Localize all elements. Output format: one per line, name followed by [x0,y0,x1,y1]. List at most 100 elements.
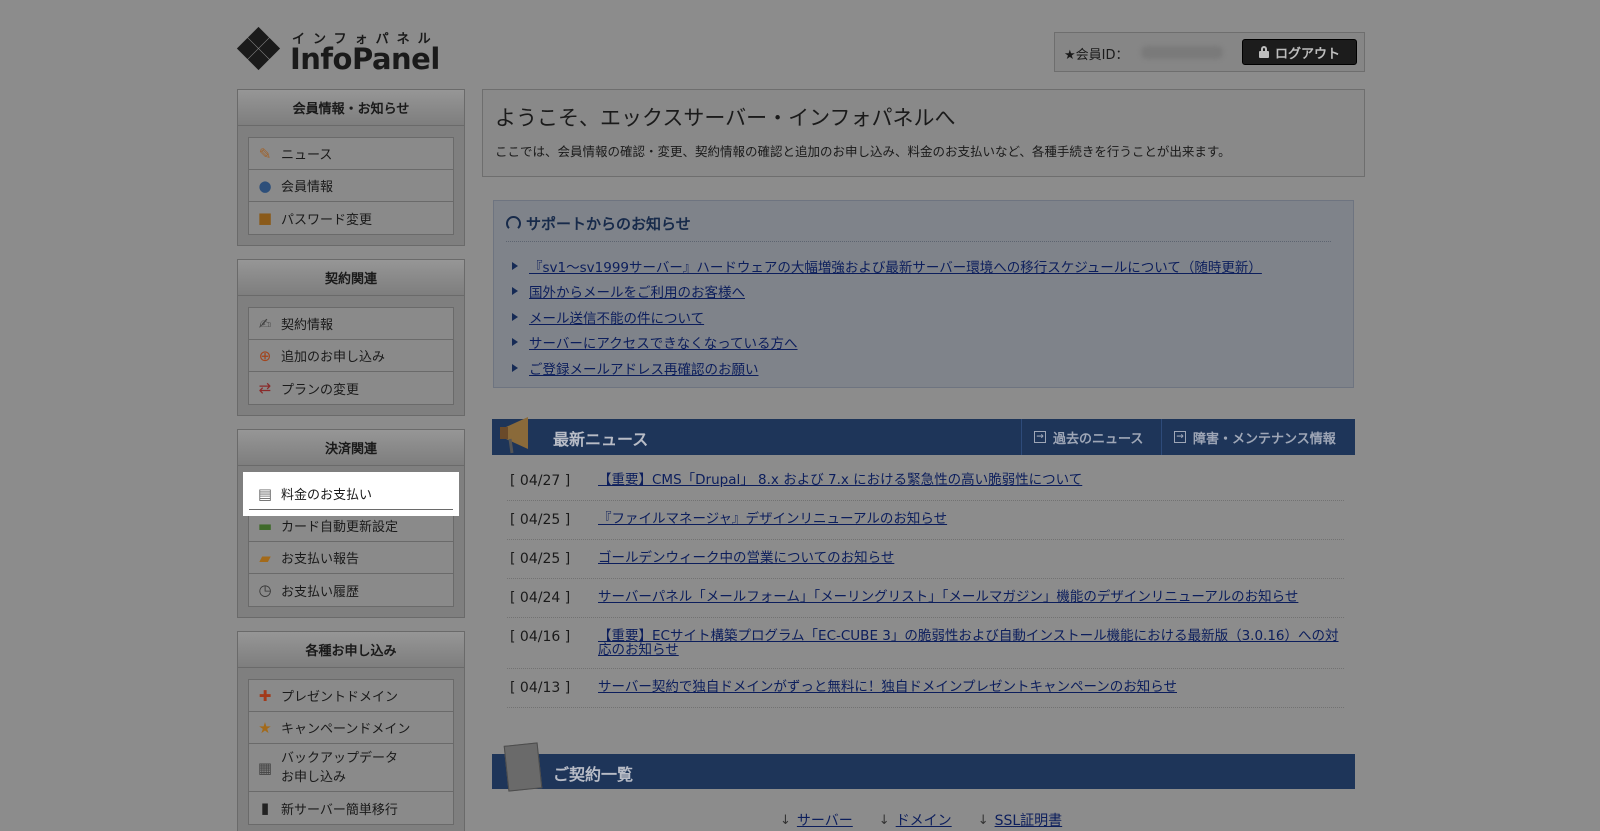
down-arrow-icon: ↓ [878,812,890,828]
sidebar-section-title: 契約関連 [238,260,464,296]
sidebar-item-payment-history[interactable]: ◷ お支払い履歴 [249,574,453,606]
sidebar-section-applications: 各種お申し込み ✚ プレゼントドメイン ★ キャンペーンドメイン ▦ バックアッ… [237,631,465,831]
sidebar-section-member: 会員情報・お知らせ ✎ ニュース ● 会員情報 ■ パスワード変更 [237,89,465,246]
sidebar-item-payment[interactable]: ▤ 料金のお支払い [243,472,459,516]
news-link[interactable]: サーバーパネル「メールフォーム」「メーリングリスト」「メールマガジン」機能のデザ… [598,590,1298,606]
sidebar-item-label: プランの変更 [281,382,360,398]
member-id-value-redacted [1141,46,1223,59]
contract-icon: ✍ [258,314,272,333]
sidebar-item-present-domain[interactable]: ✚ プレゼントドメイン [249,680,453,712]
sidebar-item-label: 追加のお申し込み [281,350,386,365]
sidebar-item-label: プレゼントドメイン [281,690,399,705]
sidebar-item-label: お支払い履歴 [281,584,360,600]
bullet-triangle-icon [512,287,518,296]
infopanel-logo[interactable]: インフォパネル InfoPanel [236,26,446,80]
news-link[interactable]: 【重要】ECサイト構築プログラム「EC-CUBE 3」の脆弱性および自動インスト… [598,629,1344,657]
logout-button[interactable]: ログアウト [1242,39,1357,65]
user-icon: ● [258,176,272,195]
member-id-label: ★会員ID： [1064,48,1129,63]
bullet-triangle-icon [512,363,518,372]
tab-label: 過去のニュース [1053,431,1144,447]
news-item: [ 04/13 ] サーバー契約で独自ドメインがずっと無料に！独自ドメインプレゼ… [507,669,1344,708]
news-link[interactable]: ゴールデンウィーク中の営業についてのお知らせ [598,551,894,567]
megaphone-icon [500,417,528,454]
tab-past-news[interactable]: → 過去のニュース [1021,419,1161,455]
card-icon: ▬ [257,516,273,535]
news-date: [ 04/27 ] [510,473,571,489]
contract-link-server[interactable]: サーバー [797,810,853,830]
sidebar-item-label: パスワード変更 [281,212,373,228]
support-notice-link[interactable]: 『sv1～sv1999サーバー』ハードウェアの大幅増強および最新サーバー環境への… [529,256,1262,276]
sidebar-item-member-info[interactable]: ● 会員情報 [249,170,453,202]
news-item: [ 04/16 ] 【重要】ECサイト構築プログラム「EC-CUBE 3」の脆弱… [507,618,1344,669]
sidebar-item-label: お支払い報告 [281,552,360,567]
tab-label: 障害・メンテナンス情報 [1193,431,1336,447]
sidebar-item-card-auto-renewal[interactable]: ▬ カード自動更新設定 [249,510,453,542]
sidebar-item-payment-report[interactable]: ▰ お支払い報告 [249,542,453,574]
change-icon: ⇄ [258,379,272,397]
sidebar-item-contract-info[interactable]: ✍ 契約情報 [249,308,453,340]
support-notice-link[interactable]: 国外からメールをご利用のお客様へ [529,281,745,301]
sidebar-item-additional-order[interactable]: ⊕ 追加のお申し込み [249,340,453,372]
contract-list-title: ご契約一覧 [553,765,634,784]
news-item: [ 04/24 ] サーバーパネル「メールフォーム」「メーリングリスト」「メール… [507,579,1344,618]
news-link[interactable]: サーバー契約で独自ドメインがずっと無料に！独自ドメインプレゼントキャンペーンのお… [598,680,1177,696]
logout-label: ログアウト [1274,46,1340,62]
contract-anchor-links: ↓ サーバー ↓ ドメイン ↓ SSL証明書 [780,810,1062,830]
down-arrow-icon: ↓ [977,812,989,828]
star-icon: ★ [258,718,272,737]
list-item: 『sv1～sv1999サーバー』ハードウェアの大幅増強および最新サーバー環境への… [512,253,1262,279]
sidebar-item-label: ニュース [281,148,333,163]
list-item: メール送信不能の件について [512,304,1262,330]
bullet-triangle-icon [512,338,518,347]
news-item: [ 04/25 ] 『ファイルマネージャ』デザインリニューアルのお知らせ [507,501,1344,540]
sidebar-item-label: カード自動更新設定 [281,520,399,535]
sidebar-item-plan-change[interactable]: ⇄ プランの変更 [249,372,453,404]
news-date: [ 04/13 ] [510,680,571,696]
support-notice-link[interactable]: メール送信不能の件について [529,307,704,327]
clipboard-icon [503,742,543,792]
gift-icon: ✚ [258,686,272,705]
sidebar-list: ▤ 料金のお支払い ▬ カード自動更新設定 ▰ お支払い報告 ◷ お支払い履歴 [243,472,459,607]
sidebar-item-backup-data[interactable]: ▦ バックアップデータ お申し込み [249,744,453,792]
latest-news-header: 最新ニュース → 過去のニュース → 障害・メンテナンス情報 [492,417,1355,455]
contract-link-domain[interactable]: ドメイン [896,810,952,830]
sidebar-section-contract: 契約関連 ✍ 契約情報 ⊕ 追加のお申し込み ⇄ プランの変更 [237,259,465,416]
sidebar-list: ✚ プレゼントドメイン ★ キャンペーンドメイン ▦ バックアップデータ お申し込… [248,679,454,825]
bullet-triangle-icon [512,312,518,321]
sidebar-section-title: 会員情報・お知らせ [238,90,464,126]
news-item: [ 04/25 ] ゴールデンウィーク中の営業についてのお知らせ [507,540,1344,579]
sidebar-section-title: 各種お申し込み [238,632,464,668]
sidebar-item-password[interactable]: ■ パスワード変更 [249,202,453,234]
list-item: 国外からメールをご利用のお客様へ [512,279,1262,305]
external-arrow-icon: → [1034,431,1046,443]
sidebar-list: ✎ ニュース ● 会員情報 ■ パスワード変更 [248,137,454,235]
sidebar-item-news[interactable]: ✎ ニュース [249,138,453,170]
divider [506,241,1331,242]
lock-icon [1258,46,1269,58]
contract-link-item: ↓ ドメイン [879,810,952,830]
news-item: [ 04/27 ] 【重要】CMS「Drupal」 8.x および 7.x にお… [507,462,1344,501]
report-icon: ▰ [259,548,271,567]
backup-icon: ▦ [257,758,273,777]
list-item: サーバーにアクセスできなくなっている方へ [512,330,1262,356]
sidebar-item-label: 新サーバー簡単移行 [281,802,398,818]
bullet-triangle-icon [512,261,518,270]
contract-link-ssl[interactable]: SSL証明書 [995,810,1063,830]
tab-maintenance-info[interactable]: → 障害・メンテナンス情報 [1161,419,1355,455]
sidebar-item-campaign-domain[interactable]: ★ キャンペーンドメイン [249,712,453,744]
news-link[interactable]: 『ファイルマネージャ』デザインリニューアルのお知らせ [598,512,947,528]
support-notice-link[interactable]: ご登録メールアドレス再確認のお願い [529,358,759,378]
padlock-icon: ■ [257,209,273,227]
news-link[interactable]: 【重要】CMS「Drupal」 8.x および 7.x における緊急性の高い脆弱… [598,473,1082,489]
page-description: ここでは、会員情報の確認・変更、契約情報の確認と追加のお申し込み、料金のお支払い… [495,144,1231,159]
sidebar-item-server-migration[interactable]: ▮ 新サーバー簡単移行 [249,792,453,824]
sidebar-item-label: キャンペーンドメイン [281,722,411,737]
news-icon: ✎ [258,144,272,163]
support-notices-title: サポートからのお知らせ [526,215,691,233]
sidebar-item-label: バックアップデータ お申し込み [281,750,399,785]
support-notices-panel: サポートからのお知らせ 『sv1～sv1999サーバー』ハードウェアの大幅増強お… [493,200,1354,388]
list-item: ご登録メールアドレス再確認のお願い [512,355,1262,381]
support-notice-link[interactable]: サーバーにアクセスできなくなっている方へ [529,332,798,352]
sidebar-item-label: 会員情報 [281,180,334,195]
